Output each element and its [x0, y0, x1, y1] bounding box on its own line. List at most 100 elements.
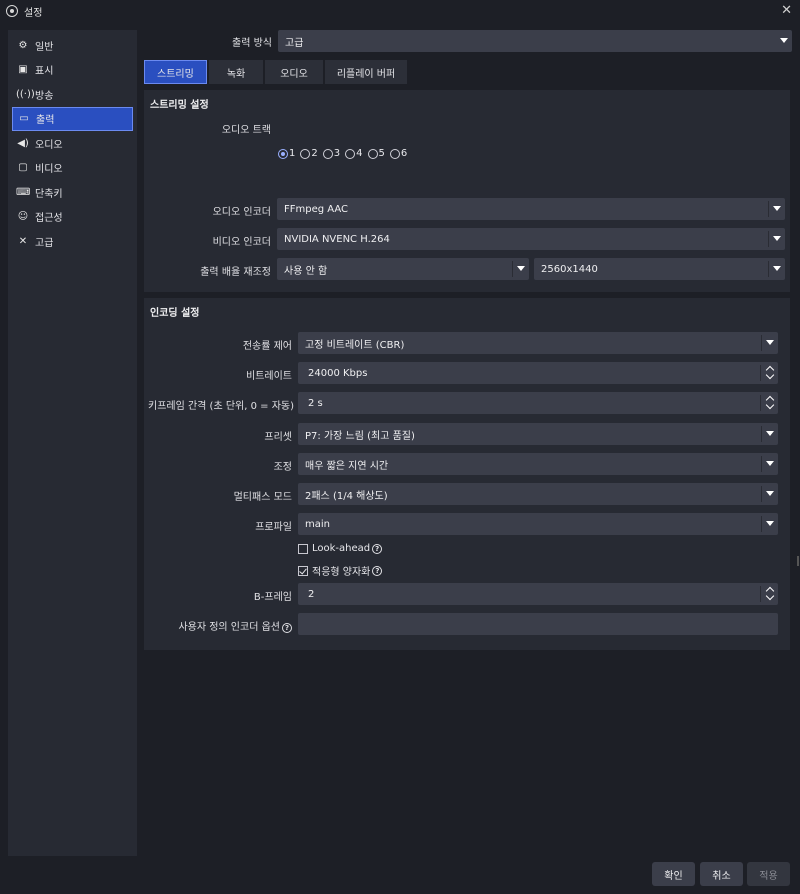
- video-encoder-label: 비디오 인코더: [212, 237, 271, 248]
- preset-value: P7: 가장 느림 (최고 품질): [305, 430, 415, 442]
- ok-button[interactable]: 확인: [652, 862, 695, 886]
- display-icon: ▣: [18, 64, 28, 76]
- bitrate-value: 24000 Kbps: [308, 367, 368, 379]
- spin-down-icon[interactable]: [765, 591, 775, 601]
- scrollbar-handle[interactable]: [797, 556, 799, 566]
- help-icon[interactable]: ?: [372, 565, 383, 576]
- audio-track-radio-2[interactable]: 2: [300, 148, 318, 159]
- preset-select[interactable]: P7: 가장 느림 (최고 품질): [298, 423, 778, 445]
- output-mode-select[interactable]: 고급: [278, 30, 792, 52]
- chevron-down-icon: [766, 461, 774, 466]
- sidebar-item-label: 단축키: [35, 188, 63, 200]
- bitrate-spinbox[interactable]: 24000 Kbps: [298, 362, 778, 384]
- sidebar-item-output[interactable]: ▭ 출력: [12, 106, 133, 131]
- monitor-icon: ▢: [18, 162, 28, 174]
- rescale-output-label: 출력 배율 재조정: [200, 267, 271, 278]
- audio-track-radio-6[interactable]: 6: [389, 148, 407, 159]
- sidebar-item-display[interactable]: ▣ 표시: [8, 58, 137, 83]
- tab-recording[interactable]: 녹화: [208, 60, 264, 84]
- sidebar-item-label: 고급: [35, 237, 54, 249]
- tools-icon: ✕: [18, 235, 28, 247]
- title-bar: 설정 ✕: [0, 0, 800, 22]
- bframes-label: B-프레임: [253, 592, 292, 603]
- sidebar-item-label: 표시: [35, 66, 54, 78]
- audio-encoder-select[interactable]: FFmpeg AAC: [277, 198, 785, 220]
- sidebar-item-hotkeys[interactable]: ⌨ 단축키: [8, 180, 137, 205]
- sidebar-item-label: 일반: [35, 41, 54, 53]
- audio-track-radio-5[interactable]: 5: [367, 148, 385, 159]
- sidebar-item-label: 출력: [36, 115, 55, 127]
- rate-control-value: 고정 비트레이트 (CBR): [305, 339, 405, 351]
- sidebar-item-audio[interactable]: ◀) 오디오: [8, 131, 137, 156]
- rate-control-select[interactable]: 고정 비트레이트 (CBR): [298, 332, 778, 354]
- lookahead-label: Look-ahead: [312, 543, 371, 554]
- profile-label: 프로파일: [255, 522, 292, 533]
- lookahead-checkbox[interactable]: Look-ahead ?: [298, 543, 383, 554]
- help-icon[interactable]: ?: [282, 623, 292, 633]
- apply-button[interactable]: 적용: [747, 862, 790, 886]
- help-icon[interactable]: ?: [372, 543, 383, 554]
- chevron-down-icon: [517, 266, 525, 271]
- keyframe-interval-value: 2 s: [308, 397, 323, 409]
- sidebar-item-advanced[interactable]: ✕ 고급: [8, 229, 137, 254]
- sidebar-item-video[interactable]: ▢ 비디오: [8, 156, 137, 181]
- rescale-filter-value: 사용 안 함: [284, 265, 328, 277]
- output-mode-value: 고급: [285, 37, 304, 49]
- custom-encoder-options-input[interactable]: [298, 613, 778, 635]
- audio-encoder-value: FFmpeg AAC: [284, 203, 349, 215]
- sidebar-item-accessibility[interactable]: ☺ 접근성: [8, 205, 137, 230]
- output-icon: ▭: [19, 113, 29, 125]
- adaptive-quantization-checkbox[interactable]: 적응형 양자화 ?: [298, 563, 383, 578]
- tab-streaming[interactable]: 스트리밍: [144, 60, 207, 84]
- rescale-resolution-value: 2560x1440: [541, 263, 598, 275]
- audio-track-label: 오디오 트랙: [221, 125, 271, 136]
- chevron-down-icon: [766, 340, 774, 345]
- audio-track-radio-3[interactable]: 3: [322, 148, 340, 159]
- rescale-resolution-select[interactable]: 2560x1440: [534, 258, 785, 280]
- speaker-icon: ◀): [17, 137, 29, 149]
- spin-down-icon[interactable]: [765, 370, 775, 380]
- video-encoder-select[interactable]: NVIDIA NVENC H.264: [277, 228, 785, 250]
- accessibility-icon: ☺: [17, 211, 29, 223]
- audio-track-radio-4[interactable]: 4: [345, 148, 363, 159]
- audio-encoder-label: 오디오 인코더: [212, 207, 271, 218]
- tuning-select[interactable]: 매우 짧은 지연 시간: [298, 453, 778, 475]
- sidebar-item-label: 오디오: [35, 139, 63, 151]
- profile-value: main: [305, 518, 330, 530]
- tab-replay-buffer[interactable]: 리플레이 버퍼: [324, 60, 408, 84]
- checkbox-box: [298, 543, 308, 554]
- sidebar-item-label: 접근성: [35, 213, 63, 225]
- cancel-button[interactable]: 취소: [700, 862, 743, 886]
- encoding-settings-title: 인코딩 설정: [150, 308, 200, 319]
- adaptive-quantization-label: 적응형 양자화: [312, 567, 371, 578]
- bframes-spinbox[interactable]: 2: [298, 583, 778, 605]
- output-mode-label: 출력 방식: [232, 38, 272, 49]
- tuning-label: 조정: [273, 462, 292, 473]
- chevron-down-icon: [766, 521, 774, 526]
- sidebar-item-stream[interactable]: ((·)) 방송: [8, 82, 137, 107]
- profile-select[interactable]: main: [298, 513, 778, 535]
- output-tabs: 스트리밍 녹화 오디오 리플레이 버퍼: [144, 60, 409, 84]
- audio-track-radio-1[interactable]: 1: [278, 148, 295, 159]
- broadcast-icon: ((·)): [16, 88, 35, 100]
- sidebar-item-general[interactable]: ⚙ 일반: [8, 33, 137, 58]
- settings-sidebar: ⚙ 일반 ▣ 표시 ((·)) 방송 ▭ 출력 ◀) 오디오 ▢ 비디오 ⌨ 단…: [8, 30, 137, 856]
- spin-down-icon[interactable]: [765, 400, 775, 410]
- preset-label: 프리셋: [264, 432, 292, 443]
- video-encoder-value: NVIDIA NVENC H.264: [284, 233, 390, 245]
- rescale-filter-select[interactable]: 사용 안 함: [277, 258, 529, 280]
- audio-track-radio-group: 1 2 3 4 5 6: [278, 148, 412, 159]
- keyboard-icon: ⌨: [16, 186, 31, 198]
- multipass-label: 멀티패스 모드: [233, 492, 292, 503]
- close-icon[interactable]: ✕: [781, 3, 792, 18]
- sidebar-item-label: 방송: [35, 90, 54, 102]
- multipass-select[interactable]: 2패스 (1/4 해상도): [298, 483, 778, 505]
- chevron-down-icon: [773, 236, 781, 241]
- encoding-settings-panel: 인코딩 설정 전송률 제어 고정 비트레이트 (CBR) 비트레이트 24000…: [144, 298, 790, 650]
- window-title: 설정: [24, 7, 43, 19]
- bframes-value: 2: [308, 588, 315, 600]
- chevron-down-icon: [766, 431, 774, 436]
- tab-audio[interactable]: 오디오: [265, 60, 323, 84]
- sidebar-item-label: 비디오: [35, 164, 63, 176]
- keyframe-interval-spinbox[interactable]: 2 s: [298, 392, 778, 414]
